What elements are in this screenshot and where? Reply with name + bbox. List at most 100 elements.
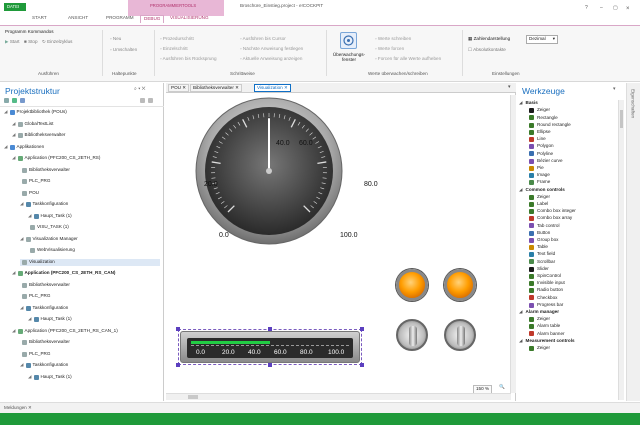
ribbon-absolute-contacts-checkbox[interactable]: ☐ Absolutkontakte [468, 47, 506, 53]
toolbox-item[interactable]: Group box [529, 237, 558, 244]
toolbox-category[interactable]: ◢ Alarm manager [519, 309, 559, 316]
toolbox-item[interactable]: Frame [529, 179, 550, 186]
toolbox-item[interactable]: Zeiger [529, 107, 550, 114]
ribbon-start-button[interactable]: ▶ Start [5, 39, 20, 45]
maximize-icon[interactable]: ▢ [613, 6, 618, 11]
ribbon-run-to-cursor-button[interactable]: ▫ Ausführen bis Cursor [240, 36, 286, 42]
help-icon[interactable]: ? [585, 6, 588, 11]
tree-item[interactable]: Bibliotheksverwalter [20, 282, 70, 289]
ribbon-unforce-all-button[interactable]: ▫ Forcen für alle Werte aufheben [375, 56, 441, 62]
expand-icon[interactable]: ◢ [20, 236, 24, 242]
toolbox-item[interactable]: Tab control [529, 222, 559, 229]
tree-item[interactable]: PLC_PRG [20, 178, 50, 185]
tree-item[interactable]: ◢ Taskkonfiguration [20, 305, 68, 312]
toolbox-item[interactable]: SpinControl [529, 273, 561, 280]
number-format-select[interactable]: Dezimal ▾ [526, 35, 558, 44]
ribbon-force-values-button[interactable]: ▫ Werte forcen [375, 46, 404, 52]
tree-item[interactable]: ◢ Haupt_Task (1) [28, 213, 72, 220]
resize-handle[interactable] [176, 327, 180, 331]
properties-tab-label[interactable]: Eigenschaften [630, 89, 636, 118]
tab-ansicht[interactable]: ANSICHT [68, 15, 88, 21]
collapse-icon[interactable]: ◢ [519, 187, 523, 193]
tree-item[interactable]: ◢ Projektbibliothek (POUs) [4, 109, 67, 116]
toggle-switch-2[interactable] [444, 319, 476, 351]
toolbox-item[interactable]: Round rectangle [529, 122, 571, 129]
toolbox-item[interactable]: Radio button [529, 287, 563, 294]
gauge[interactable] [194, 96, 344, 246]
expand-icon[interactable]: ◢ [12, 121, 16, 127]
doc-tab-visualization[interactable]: Visualization ✕ [254, 84, 291, 92]
toolbox-scrollbar[interactable] [618, 100, 624, 400]
resize-handle[interactable] [360, 327, 364, 331]
tab-visualisierung[interactable]: VISUALISIERUNG [170, 15, 209, 21]
tree-item[interactable]: Bibliotheksverwalter [20, 339, 70, 346]
tree-item[interactable]: ◢ Visualization Manager [20, 236, 78, 243]
tab-programm[interactable]: PROGRAMM [106, 15, 134, 21]
toolbox-item[interactable]: Slider [529, 266, 549, 273]
horizontal-scrollbar[interactable] [166, 393, 511, 400]
toolbox-category[interactable]: ◢ Basis [519, 100, 538, 107]
expand-icon[interactable]: ◢ [4, 144, 8, 150]
toolbox-item[interactable]: Zeiger [529, 194, 550, 201]
lamp-orange-1[interactable] [396, 269, 428, 301]
ribbon-single-cycle-button[interactable]: ↻ Einzelzyklus [42, 39, 72, 45]
toolbox-item[interactable]: Polygon [529, 143, 554, 150]
pane-pin-icon[interactable]: ⌕ ▾ ✕ [134, 87, 146, 92]
expand-icon[interactable]: ◢ [28, 374, 32, 380]
expand-icon[interactable]: ◢ [20, 305, 24, 311]
toggle-switch-1[interactable] [396, 319, 428, 351]
tree-item[interactable]: ◢ Applikationen [4, 144, 44, 151]
tab-list-dropdown-icon[interactable]: ▾ [508, 85, 511, 90]
tree-item[interactable]: ◢ GlobalTextList [12, 121, 53, 128]
expand-icon[interactable]: ◢ [28, 317, 32, 322]
view-devices-icon[interactable] [4, 98, 9, 103]
ribbon-write-values-button[interactable]: ▫ Werte schreiben [375, 36, 411, 42]
toolbox-item[interactable]: Alarm banner [529, 330, 565, 337]
doc-tab-pou[interactable]: POU ✕ [168, 84, 190, 92]
toolbox-item[interactable]: Label [529, 201, 548, 208]
tree-item[interactable]: ◢ Application (PFC200_CS_2ETH_RS_CAN) [12, 270, 115, 277]
tree-item[interactable]: POU [20, 190, 39, 197]
collapse-icon[interactable] [140, 98, 145, 103]
tree-item[interactable]: PLC_PRG [20, 293, 50, 300]
tree-item[interactable]: VISU_TASK (1) [28, 224, 69, 231]
ribbon-step-over-button[interactable]: ▫ Prozedurschritt [160, 36, 194, 42]
toolbox-item[interactable]: Button [529, 230, 550, 237]
expand-icon[interactable]: ◢ [12, 271, 16, 276]
expand-icon[interactable]: ◢ [12, 328, 16, 334]
expand-icon[interactable]: ◢ [20, 363, 24, 368]
ribbon-show-current-statement-button[interactable]: ▫ Aktuelle Anweisung anzeigen [240, 56, 302, 62]
sort-icon[interactable] [148, 98, 153, 103]
expand-icon[interactable]: ◢ [12, 156, 16, 161]
resize-handle[interactable] [176, 363, 180, 367]
view-program-icon[interactable] [12, 98, 17, 103]
tree-item[interactable]: ◢ Haupt_Task (1) [28, 374, 72, 381]
doc-tab-library-manager[interactable]: Bibliotheksverwalter ✕ [190, 84, 242, 92]
toolbox-item[interactable]: Ellipse [529, 129, 551, 136]
toolbox-item[interactable]: Checkbox [529, 294, 557, 301]
toolbox-item[interactable]: Pie [529, 165, 544, 172]
expand-icon[interactable]: ◢ [20, 202, 24, 207]
tree-item[interactable]: ◢ Application (PFC200_CS_2ETH_RS) [12, 155, 100, 162]
toolbox-category[interactable]: ◢ Common controls [519, 186, 565, 193]
collapse-icon[interactable]: ◢ [519, 338, 523, 344]
tree-item[interactable]: ◢ Bibliotheksverwalter [12, 132, 65, 139]
app-menu-button[interactable]: DATEI [4, 3, 26, 11]
tree-item[interactable]: PLC_PRG [20, 351, 50, 358]
ribbon-new-breakpoint-button[interactable]: ▫ Neu [110, 36, 121, 42]
close-icon[interactable]: × [626, 6, 630, 12]
ribbon-set-next-statement-button[interactable]: ▫ Nächste Anweisung festlegen [240, 46, 303, 52]
toolbox-item[interactable]: Zeiger [529, 316, 550, 323]
expand-icon[interactable]: ◢ [12, 133, 16, 138]
resize-handle[interactable] [268, 363, 272, 367]
toolbox-pin-icon[interactable]: ▾ [613, 87, 616, 92]
toolbox-category[interactable]: ◢ Measurement controls [519, 338, 575, 345]
ribbon-toggle-breakpoint-button[interactable]: ▫ Umschalten [110, 47, 137, 53]
tab-start[interactable]: START [32, 15, 47, 21]
expand-icon[interactable]: ◢ [4, 110, 8, 115]
toolbox-item[interactable]: Polyline [529, 150, 553, 157]
tree-item[interactable]: ◢ Taskkonfiguration [20, 201, 68, 208]
expand-icon[interactable]: ◢ [28, 213, 32, 219]
toolbox-item[interactable]: Progress bar [529, 302, 563, 309]
ribbon-watch-window-label[interactable]: Überwachungs-fenster [330, 52, 368, 62]
